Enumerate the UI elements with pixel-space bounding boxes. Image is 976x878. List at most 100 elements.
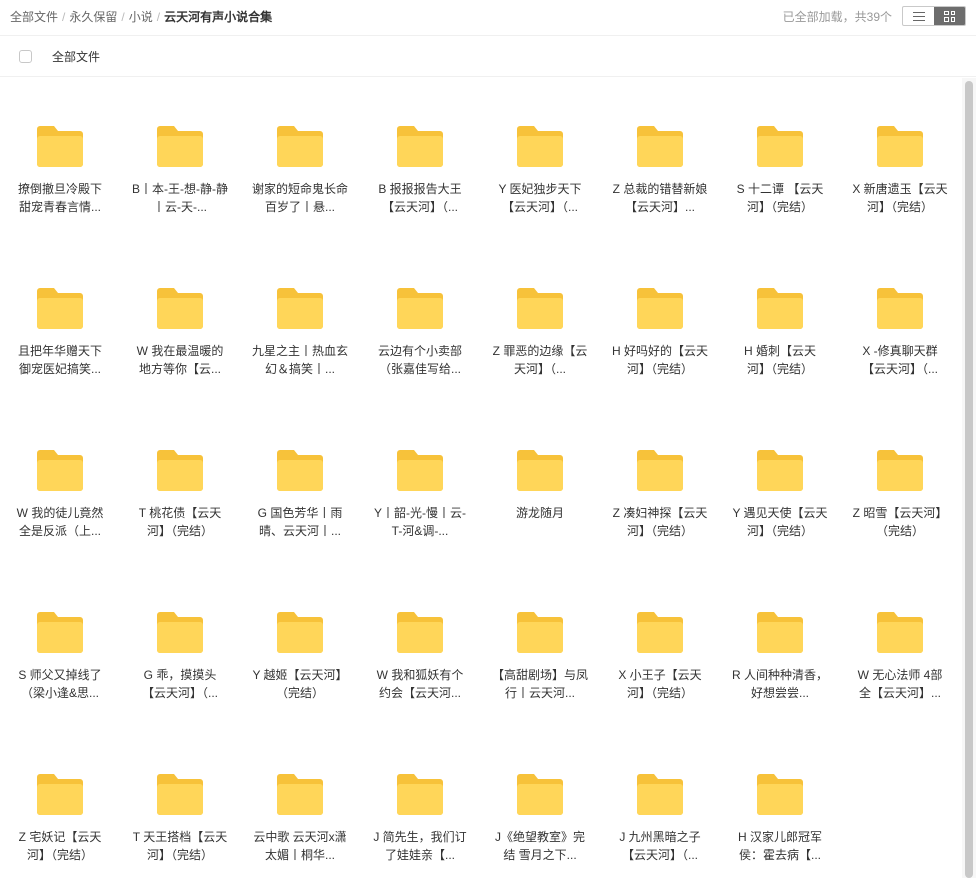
folder-icon: [397, 774, 443, 815]
folder-icon: [757, 612, 803, 653]
breadcrumb-all-files[interactable]: 全部文件: [10, 10, 58, 24]
folder-icon: [397, 288, 443, 329]
folder-name: G 乖，摸摸头【云天河】（...: [141, 668, 218, 700]
folder-item[interactable]: H 好吗好的【云天河】（完结）: [600, 240, 720, 402]
folder-item[interactable]: W 我和狐妖有个约会【云天河...: [360, 564, 480, 726]
folder-item[interactable]: B 报报报告大王【云天河】（...: [360, 78, 480, 240]
folder-item[interactable]: H 婚刺【云天河】（完结）: [720, 240, 840, 402]
folder-item[interactable]: H 汉家儿郎冠军侯：霍去病【...: [720, 726, 840, 878]
folder-item[interactable]: J 简先生，我们订了娃娃亲【...: [360, 726, 480, 878]
folder-icon: [157, 774, 203, 815]
scrollbar-thumb[interactable]: [965, 81, 973, 878]
folder-name: H 汉家儿郎冠军侯：霍去病【...: [737, 830, 822, 862]
folder-name: 撩倒撤旦冷殿下 甜宠青春言情...: [17, 182, 102, 214]
folder-item[interactable]: Z 罪恶的边缘【云天河】（...: [480, 240, 600, 402]
folder-icon: [157, 450, 203, 491]
folder-icon: [277, 126, 323, 167]
folder-icon: [157, 612, 203, 653]
folder-icon: [637, 450, 683, 491]
folder-icon: [157, 126, 203, 167]
breadcrumb-novels[interactable]: 小说: [129, 10, 153, 24]
folder-name: T 桃花债【云天河】（完结）: [138, 506, 222, 538]
folder-item[interactable]: 云边有个小卖部（张嘉佳写给...: [360, 240, 480, 402]
list-view-button[interactable]: [903, 7, 934, 25]
folder-item[interactable]: T 桃花债【云天河】（完结）: [120, 402, 240, 564]
folder-name: J 简先生，我们订了娃娃亲【...: [373, 830, 467, 862]
folder-item[interactable]: Y 越姬【云天河】（完结）: [240, 564, 360, 726]
grid-view-button[interactable]: [934, 7, 965, 25]
folder-item[interactable]: 谢家的短命鬼长命百岁了丨悬...: [240, 78, 360, 240]
folder-name: Y 遇见天使【云天河】（完结）: [732, 506, 828, 538]
folder-name: Z 罪恶的边缘【云天河】（...: [492, 344, 588, 376]
folder-icon: [517, 774, 563, 815]
folder-item[interactable]: W 我在最温暖的地方等你【云...: [120, 240, 240, 402]
folder-icon: [637, 774, 683, 815]
folder-icon: [37, 288, 83, 329]
folder-item[interactable]: R 人间种种清香，好想尝尝...: [720, 564, 840, 726]
folder-item[interactable]: Z 宅妖记【云天河】（完结）: [0, 726, 120, 878]
folder-item[interactable]: B丨本-王-想-静-静丨云-天-...: [120, 78, 240, 240]
folder-item[interactable]: X 新唐遗玉【云天河】（完结）: [840, 78, 960, 240]
folder-item[interactable]: W 我的徒儿竟然全是反派（上...: [0, 402, 120, 564]
folder-icon: [877, 612, 923, 653]
folder-icon: [517, 450, 563, 491]
view-toggle: [902, 6, 966, 26]
folder-item[interactable]: 云中歌 云天河x潇太媚丨桐华...: [240, 726, 360, 878]
breadcrumb-permanent[interactable]: 永久保留: [69, 10, 117, 24]
folder-icon: [637, 288, 683, 329]
folder-name: R 人间种种清香，好想尝尝...: [732, 668, 828, 700]
folder-name: Y 医妃独步天下【云天河】（...: [498, 182, 582, 214]
folder-item[interactable]: S 十二谭 【云天河】（完结）: [720, 78, 840, 240]
folder-icon: [37, 612, 83, 653]
folder-item[interactable]: 【高甜剧场】与凤行丨云天河...: [480, 564, 600, 726]
folder-item[interactable]: T 天王搭档【云天河】（完结）: [120, 726, 240, 878]
folder-icon: [37, 450, 83, 491]
folder-item[interactable]: J 九州黑暗之子【云天河】（...: [600, 726, 720, 878]
folder-name: Z 凑妇神探【云天河】（完结）: [612, 506, 708, 538]
folder-name: W 我在最温暖的地方等你【云...: [136, 344, 224, 376]
folder-name: Y 越姬【云天河】（完结）: [252, 668, 348, 700]
folder-name: J 九州黑暗之子【云天河】（...: [619, 830, 701, 862]
folder-item[interactable]: Z 总裁的错替新娘【云天河】...: [600, 78, 720, 240]
folder-name: W 无心法师 4部全【云天河】...: [857, 668, 943, 700]
breadcrumb: 全部文件 / 永久保留 / 小说 / 云天河有声小说合集: [10, 9, 272, 25]
folder-name: X -修真聊天群【云天河】（...: [861, 344, 938, 376]
folder-item[interactable]: S 师父又掉线了（梁小逢&思...: [0, 564, 120, 726]
folder-name: H 好吗好的【云天河】（完结）: [612, 344, 708, 376]
folder-name: H 婚刺【云天河】（完结）: [743, 344, 816, 376]
select-all-checkbox[interactable]: [19, 50, 32, 63]
folder-item[interactable]: 撩倒撤旦冷殿下 甜宠青春言情...: [0, 78, 120, 240]
folder-icon: [877, 288, 923, 329]
folder-item[interactable]: X -修真聊天群【云天河】（...: [840, 240, 960, 402]
folder-item[interactable]: J《绝望教室》完结 雪月之下...: [480, 726, 600, 878]
folder-item[interactable]: Z 昭雪【云天河】（完结）: [840, 402, 960, 564]
folder-icon: [757, 288, 803, 329]
folder-name: G 国色芳华丨雨晴、云天河丨...: [257, 506, 343, 538]
folder-icon: [877, 126, 923, 167]
folder-item[interactable]: W 无心法师 4部全【云天河】...: [840, 564, 960, 726]
folder-icon: [757, 774, 803, 815]
breadcrumb-separator: /: [62, 10, 66, 24]
folder-icon: [397, 450, 443, 491]
folder-item[interactable]: 且把年华赠天下 御宠医妃搞笑...: [0, 240, 120, 402]
folder-name: Y丨韶-光-慢丨云-T-河&调-...: [374, 506, 466, 538]
folder-name: Z 总裁的错替新娘【云天河】...: [612, 182, 708, 214]
folder-item[interactable]: Y 医妃独步天下【云天河】（...: [480, 78, 600, 240]
folder-item[interactable]: 九星之主丨热血玄幻＆搞笑丨...: [240, 240, 360, 402]
folder-icon: [637, 612, 683, 653]
folder-item[interactable]: 游龙随月: [480, 402, 600, 564]
grid-icon: [944, 10, 955, 22]
folder-name: X 新唐遗玉【云天河】（完结）: [852, 182, 948, 214]
folder-name: J《绝望教室》完结 雪月之下...: [494, 830, 585, 862]
folder-name: 且把年华赠天下 御宠医妃搞笑...: [17, 344, 102, 376]
folder-item[interactable]: Y 遇见天使【云天河】（完结）: [720, 402, 840, 564]
folder-name: 【高甜剧场】与凤行丨云天河...: [492, 668, 588, 700]
folder-item[interactable]: Z 凑妇神探【云天河】（完结）: [600, 402, 720, 564]
folder-icon: [277, 774, 323, 815]
folder-item[interactable]: X 小王子【云天河】（完结）: [600, 564, 720, 726]
folder-item[interactable]: G 国色芳华丨雨晴、云天河丨...: [240, 402, 360, 564]
folder-name: 游龙随月: [515, 506, 564, 520]
folder-item[interactable]: Y丨韶-光-慢丨云-T-河&调-...: [360, 402, 480, 564]
folder-icon: [517, 126, 563, 167]
folder-item[interactable]: G 乖，摸摸头【云天河】（...: [120, 564, 240, 726]
